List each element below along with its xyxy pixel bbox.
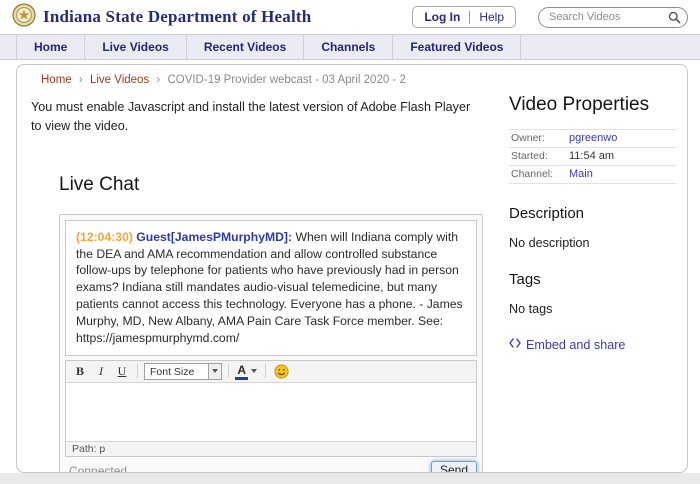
breadcrumb-separator: ›	[156, 74, 161, 86]
chevron-down-icon	[208, 363, 222, 379]
description-heading: Description	[509, 205, 585, 222]
emoticon-button[interactable]	[272, 363, 291, 379]
toolbar-divider	[228, 364, 230, 379]
tags-value: No tags	[509, 302, 553, 316]
embed-and-share-label: Embed and share	[526, 337, 626, 352]
property-row-started: Started: 11:54 am	[509, 148, 677, 166]
font-size-dropdown[interactable]: Font Size	[144, 362, 223, 380]
embed-and-share-link[interactable]: Embed and share	[509, 337, 677, 352]
main-column: You must enable Javascript and install t…	[17, 90, 499, 473]
underline-button[interactable]: U	[113, 363, 131, 380]
top-right-controls: Log In Help	[412, 6, 688, 28]
started-label: Started:	[511, 150, 548, 162]
chat-timestamp: (12:04:30)	[76, 229, 133, 244]
breadcrumb: Home › Live Videos › COVID-19 Provider w…	[17, 65, 687, 90]
text-color-label: A	[235, 363, 249, 380]
channel-label: Channel:	[511, 168, 554, 180]
state-seal-icon	[12, 2, 36, 32]
site-title: Indiana State Department of Health	[43, 7, 312, 26]
chat-message-text: When will Indiana comply with the DEA an…	[76, 229, 463, 345]
owner-label: Owner:	[511, 132, 545, 144]
breadcrumb-home-link[interactable]: Home	[41, 74, 72, 86]
italic-button[interactable]: I	[92, 363, 110, 380]
live-chat-widget: (12:04:30) Guest[JamesPMurphyMD]: When w…	[59, 213, 483, 473]
auth-divider	[469, 10, 471, 24]
chat-message-list: (12:04:30) Guest[JamesPMurphyMD]: When w…	[65, 219, 477, 356]
video-properties-sidebar: Video Properties Owner: pgreenwo Started…	[499, 90, 687, 472]
breadcrumb-live-videos-link[interactable]: Live Videos	[90, 74, 149, 86]
page-body: Home › Live Videos › COVID-19 Provider w…	[0, 60, 700, 473]
chat-message: (12:04:30) Guest[JamesPMurphyMD]: When w…	[76, 229, 466, 347]
brand: Indiana State Department of Health	[12, 2, 312, 32]
top-bar: Indiana State Department of Health Log I…	[0, 0, 700, 34]
help-link[interactable]: Help	[479, 10, 504, 24]
editor-path-bar: Path: p	[66, 440, 476, 456]
search-box	[538, 6, 688, 29]
editor-toolbar: B I U Font Size A	[66, 360, 476, 383]
chat-editor: B I U Font Size A Path: p	[65, 359, 477, 457]
properties-table: Owner: pgreenwo Started: 11:54 am Channe…	[509, 129, 677, 184]
bold-button[interactable]: B	[71, 363, 89, 380]
property-row-channel: Channel: Main	[509, 166, 677, 184]
toolbar-divider	[137, 364, 138, 379]
tags-heading: Tags	[509, 271, 541, 288]
channel-value-link[interactable]: Main	[569, 168, 593, 180]
owner-value-link[interactable]: pgreenwo	[569, 132, 617, 144]
chevron-down-icon	[248, 363, 259, 380]
content-columns: You must enable Javascript and install t…	[17, 90, 687, 473]
font-size-label: Font Size	[150, 365, 195, 378]
property-row-owner: Owner: pgreenwo	[509, 130, 677, 148]
live-chat-heading: Live Chat	[59, 173, 140, 195]
description-value: No description	[509, 236, 590, 250]
login-link[interactable]: Log In	[424, 10, 460, 24]
chat-input[interactable]	[66, 382, 476, 441]
chat-footer: Connected Send	[65, 461, 477, 473]
nav-item-channels[interactable]: Channels	[304, 35, 394, 59]
started-value: 11:54 am	[569, 150, 615, 162]
flash-player-notice: You must enable Javascript and install t…	[31, 100, 471, 133]
text-color-button[interactable]: A	[235, 363, 259, 380]
connection-status: Connected	[69, 463, 128, 473]
auth-box: Log In Help	[412, 6, 516, 28]
content-panel: Home › Live Videos › COVID-19 Provider w…	[16, 64, 688, 473]
search-icon[interactable]	[668, 11, 681, 29]
nav-item-recent-videos[interactable]: Recent Videos	[187, 35, 305, 59]
search-input[interactable]	[538, 6, 688, 28]
send-button[interactable]: Send	[430, 461, 477, 472]
nav-item-live-videos[interactable]: Live Videos	[85, 35, 187, 59]
video-properties-heading: Video Properties	[509, 94, 650, 115]
smiley-icon	[274, 363, 289, 379]
nav-item-home[interactable]: Home	[16, 35, 86, 59]
breadcrumb-current-page: COVID-19 Provider webcast - 03 April 202…	[167, 74, 406, 86]
chat-author: Guest[JamesPMurphyMD]:	[136, 229, 293, 244]
main-nav: Home Live Videos Recent Videos Channels …	[0, 34, 700, 60]
toolbar-divider	[265, 364, 267, 379]
embed-icon	[509, 337, 521, 352]
nav-item-featured-videos[interactable]: Featured Videos	[393, 35, 522, 59]
breadcrumb-separator: ›	[78, 74, 83, 86]
